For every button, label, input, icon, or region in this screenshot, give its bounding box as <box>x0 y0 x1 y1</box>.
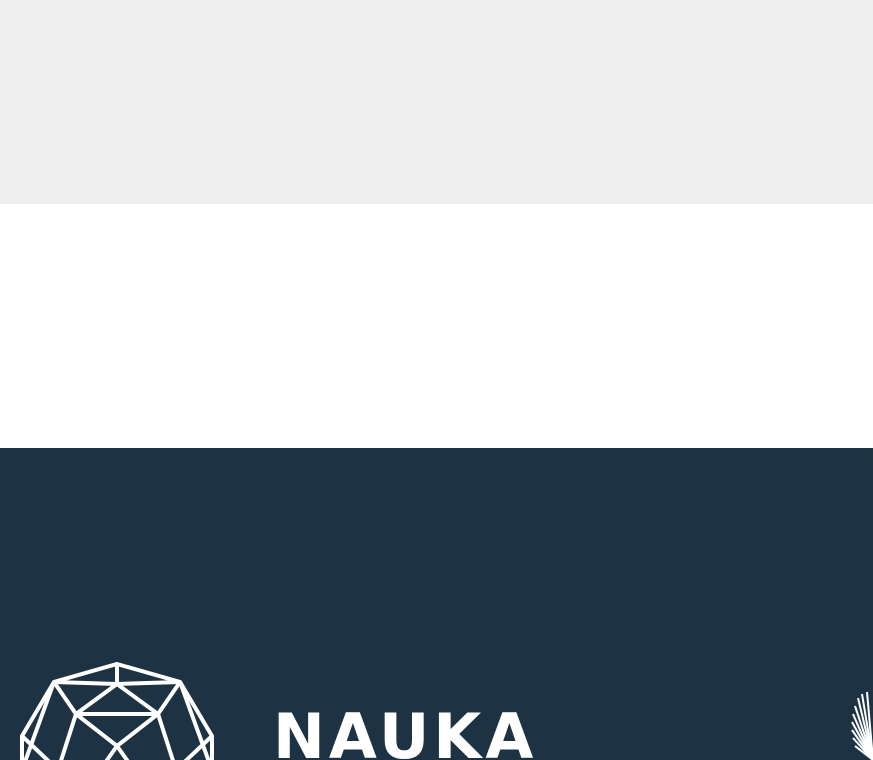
white-content-band <box>0 204 873 448</box>
brand-wordmark: NAUKA <box>273 700 538 760</box>
sunburst-emblem-icon <box>851 691 873 760</box>
top-gray-band <box>0 0 873 204</box>
geodesic-dome-icon <box>20 661 214 760</box>
site-footer: NAUKA <box>0 448 873 760</box>
